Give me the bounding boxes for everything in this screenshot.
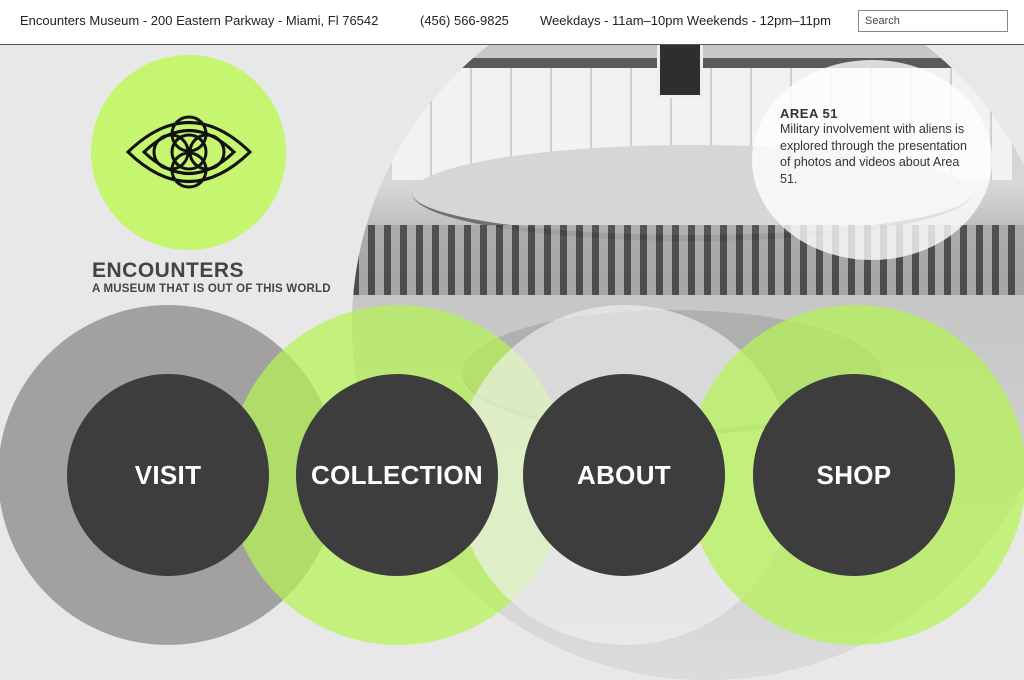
museum-hours: Weekdays - 11am–10pm Weekends - 12pm–11p… xyxy=(540,13,831,28)
feature-info: AREA 51 Military involvement with aliens… xyxy=(780,106,980,187)
feature-title: AREA 51 xyxy=(780,106,838,121)
top-bar: Encounters Museum - 200 Eastern Parkway … xyxy=(0,0,1024,45)
brand-name: ENCOUNTERS xyxy=(92,259,245,282)
search-input[interactable] xyxy=(858,10,1008,32)
nav-about[interactable]: ABOUT xyxy=(523,374,725,576)
museum-address: Encounters Museum - 200 Eastern Parkway … xyxy=(20,13,379,28)
museum-phone: (456) 566-9825 xyxy=(420,13,509,28)
nav-collection[interactable]: COLLECTION xyxy=(296,374,498,576)
feature-text: Military involvement with aliens is expl… xyxy=(780,122,967,186)
nav-visit[interactable]: VISIT xyxy=(67,374,269,576)
logo-circle[interactable] xyxy=(91,55,286,250)
brand-tagline: A MUSEUM THAT IS OUT OF THIS WORLD xyxy=(92,283,331,295)
brand-block: ENCOUNTERS A MUSEUM THAT IS OUT OF THIS … xyxy=(92,259,331,295)
alien-eye-icon xyxy=(125,115,253,189)
nav-shop[interactable]: SHOP xyxy=(753,374,955,576)
